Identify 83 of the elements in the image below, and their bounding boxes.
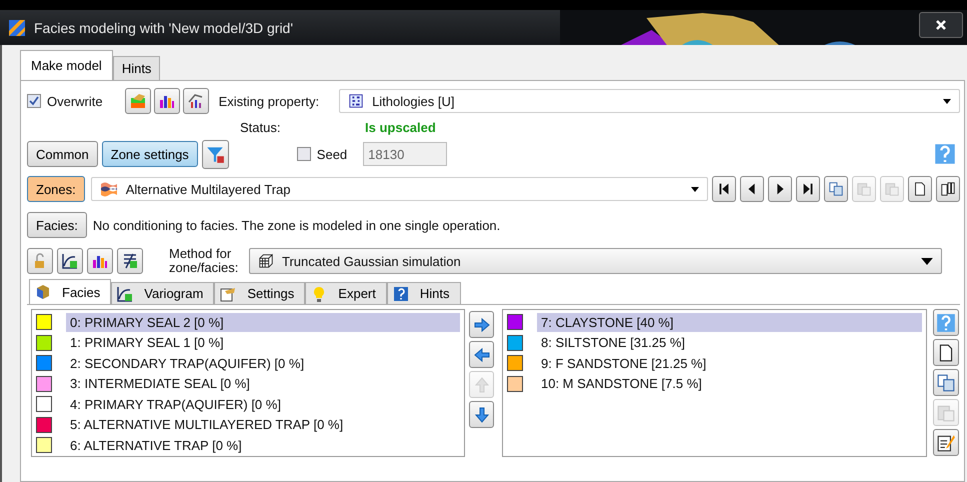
caret-icon [921,258,933,264]
facies-item[interactable]: 10: M SANDSTONE [7.5 %] [537,374,922,394]
copy-icon [828,181,844,197]
color-map-icon [128,92,147,110]
facies-item[interactable]: 0: PRIMARY SEAL 2 [0 %] [66,312,460,332]
paste-icon [856,181,872,197]
tab[interactable]: Hints [112,56,160,80]
previous-button[interactable] [740,176,764,202]
facies-item[interactable]: 1: PRIMARY SEAL 1 [0 %] [66,333,460,352]
facies-item[interactable]: 8: SILTSTONE [31.25 %] [537,333,922,352]
trend-check-icon [121,252,139,270]
layers-icon [100,180,118,198]
down-arrow-icon [472,406,490,424]
window-title: Facies modeling with 'New model/3D grid' [34,20,294,36]
status-label: Status: [240,120,282,134]
paste-icon [884,181,900,197]
tab[interactable]: Variogram [111,282,214,304]
help-button[interactable] [932,141,958,167]
up-arrow-icon [472,376,490,394]
color-map-button[interactable] [124,88,151,114]
checkmark-icon [29,96,39,106]
help-icon [392,284,410,302]
bar-chart-button[interactable] [87,248,113,274]
mode-button[interactable]: Common [27,141,98,167]
copy-button[interactable] [933,369,959,396]
conditioning-note: No conditioning to facies. The zone is modeled in one single operation. [92,218,500,232]
right-arrow-button[interactable] [469,311,494,338]
bar-chart-button[interactable] [154,88,180,114]
status-value: Is upscaled [365,120,436,134]
zones-button[interactable]: Zones: [27,176,85,202]
mode-button[interactable]: Zone settings [102,141,198,167]
facies-item[interactable]: 9: F SANDSTONE [21.25 %] [537,354,922,373]
trend-check-button[interactable] [117,248,143,274]
edit-note-button[interactable] [933,429,959,456]
skip-first-button[interactable] [712,176,736,202]
grid-pattern-icon [348,93,364,109]
help-icon [934,143,956,165]
method-dropdown[interactable]: Truncated Gaussian simulation [249,248,942,274]
close-icon [935,19,947,31]
facies-button[interactable]: Facies: [27,212,87,238]
app-logo-icon [8,18,26,36]
left-arrow-button[interactable] [469,341,494,368]
variogram-check-icon [61,252,79,270]
tab[interactable]: Facies [29,279,112,304]
tab[interactable]: Expert [305,282,387,304]
caret-icon [691,186,699,192]
variogram-check-button[interactable] [57,248,83,274]
funnel-button[interactable] [202,140,229,168]
copy-icon [936,372,956,392]
property-dropdown[interactable]: Lithologies [U] [339,89,960,113]
trend-chart-button[interactable] [182,88,209,114]
facies-item[interactable]: 6: ALTERNATIVE TRAP [0 %] [66,436,460,455]
method-label: Method for zone/facies: [169,247,239,275]
tab[interactable]: Make model [20,50,113,80]
zone-dropdown[interactable]: Alternative Multilayered Trap [90,177,708,201]
help-icon [936,312,956,332]
skip-last-button[interactable] [796,176,820,202]
down-arrow-button[interactable] [469,401,494,428]
blank-page-button[interactable] [908,176,932,202]
facies-item[interactable]: 5: ALTERNATIVE MULTILAYERED TRAP [0 %] [66,415,460,434]
right-arrow-icon [472,316,490,334]
pages-button[interactable] [936,176,960,202]
facies-item[interactable]: 4: PRIMARY TRAP(AQUIFER) [0 %] [66,394,460,414]
cube-icon [34,283,52,301]
next-button[interactable] [768,176,792,202]
left-arrow-icon [472,346,490,364]
tab[interactable]: Settings [214,282,306,304]
caret-icon [943,98,951,104]
variogram-check-icon [116,284,134,302]
edit-note-icon [936,432,956,452]
blank-page-icon [912,181,928,197]
overwrite-checkbox[interactable]: Overwrite [27,94,103,108]
existing-property-label: Existing property: [218,94,320,108]
copy-button[interactable] [824,176,848,202]
blank-page-button[interactable] [933,339,959,366]
tab[interactable]: Hints [386,282,460,304]
facies-item[interactable]: 3: INTERMEDIATE SEAL [0 %] [66,374,460,394]
trend-chart-icon [186,92,205,110]
close-button[interactable] [919,12,963,38]
facies-item[interactable]: 7: CLAYSTONE [40 %] [537,312,922,332]
pages-icon [940,181,956,197]
grid-cube-icon [258,253,274,269]
facies-item[interactable]: 2: SECONDARY TRAP(AQUIFER) [0 %] [66,354,460,373]
